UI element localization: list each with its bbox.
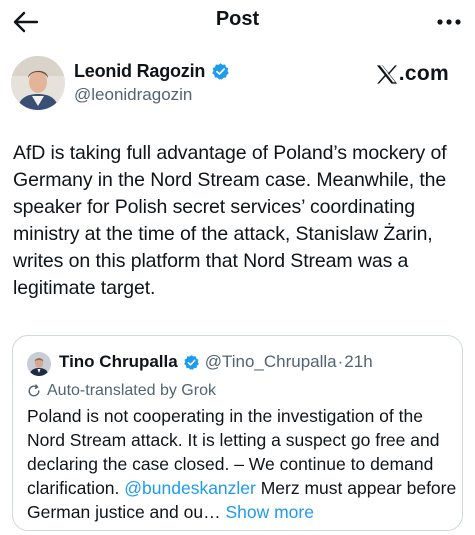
auto-translated-text: Auto-translated by Grok [47,382,216,399]
x-logo-icon [376,64,397,84]
quoted-post-time[interactable]: 21h [344,352,372,372]
quoted-author-avatar[interactable] [27,352,51,376]
quoted-post-card[interactable]: Tino Chrupalla @Tino_Chrupalla · 21h Auto-… [12,335,463,531]
separator-dot: · [337,352,344,371]
post-page: Post Leonid Ragozin @leonidragozin .com … [0,0,475,535]
page-title: Post [215,8,260,30]
author-avatar[interactable] [11,56,65,110]
quoted-post-text: Poland is not cooperating in the investi… [27,404,459,524]
post-text: AfD is taking full advantage of Poland’s… [13,142,447,299]
more-options-button[interactable] [433,6,465,38]
more-horizontal-icon [437,19,461,25]
brand-domain-text: .com [398,62,449,85]
verified-badge-icon [183,354,199,370]
top-bar: Post [0,0,475,44]
quoted-author-name[interactable]: Tino Chrupalla [59,352,178,372]
quoted-author-handle[interactable]: @Tino_Chrupalla [205,352,337,372]
quoted-post-header: Tino Chrupalla @Tino_Chrupalla · 21h [59,352,373,372]
author-name-row[interactable]: Leonid Ragozin [74,61,230,82]
author-avatar-image [11,56,65,110]
verified-badge-icon [212,63,229,80]
translate-refresh-icon [28,384,40,397]
mention-link[interactable]: @bundeskanzler [124,478,256,498]
quoted-avatar-image [27,352,51,376]
auto-translated-label[interactable]: Auto-translated by Grok [27,382,216,400]
show-more-link[interactable]: Show more [221,502,314,522]
x-com-logo: .com [376,62,449,86]
author-name: Leonid Ragozin [74,61,206,81]
author-handle[interactable]: @leonidragozin [74,85,192,105]
